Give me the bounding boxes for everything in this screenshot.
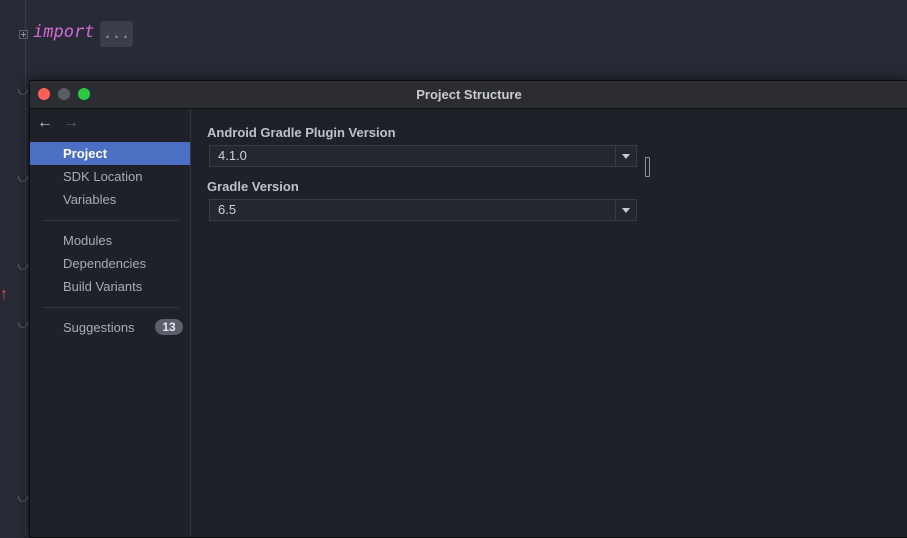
- fold-marker-icon[interactable]: [18, 89, 28, 95]
- agp-version-value[interactable]: 4.1.0: [218, 146, 247, 166]
- sidebar-item-modules[interactable]: Modules: [30, 229, 190, 252]
- resize-handle[interactable]: [645, 157, 650, 177]
- gradle-version-value[interactable]: 6.5: [218, 200, 236, 220]
- fold-marker-icon[interactable]: [18, 496, 28, 502]
- chevron-down-icon[interactable]: [615, 200, 636, 220]
- folded-imports-placeholder[interactable]: ...: [100, 21, 133, 47]
- sidebar-divider: [42, 307, 179, 308]
- agp-version-combobox[interactable]: 4.1.0: [209, 145, 637, 167]
- sidebar-item-build-variants[interactable]: Build Variants: [30, 275, 190, 298]
- fold-marker-icon[interactable]: [18, 322, 28, 328]
- back-arrow-icon[interactable]: ←: [37, 113, 53, 133]
- agp-version-label: Android Gradle Plugin Version: [207, 125, 396, 140]
- dialog-title: Project Structure: [416, 87, 522, 102]
- sidebar-item-suggestions[interactable]: Suggestions 13: [30, 316, 190, 339]
- sidebar-divider: [42, 220, 179, 221]
- plus-fold-icon[interactable]: [19, 30, 28, 39]
- sidebar-item-project[interactable]: Project: [30, 142, 190, 165]
- sidebar-item-sdk-location[interactable]: SDK Location: [30, 165, 190, 188]
- sidebar-item-variables[interactable]: Variables: [30, 188, 190, 211]
- sidebar-item-label: Suggestions: [63, 320, 135, 335]
- fold-marker-icon[interactable]: [18, 176, 28, 182]
- forward-arrow-icon[interactable]: →: [63, 113, 79, 133]
- project-settings-panel: Android Gradle Plugin Version 4.1.0 Grad…: [191, 109, 907, 537]
- chevron-down-icon[interactable]: [615, 146, 636, 166]
- sidebar: ← → Project SDK Location Variables Modul…: [30, 109, 191, 537]
- sidebar-item-dependencies[interactable]: Dependencies: [30, 252, 190, 275]
- gradle-version-label: Gradle Version: [207, 179, 299, 194]
- import-keyword: import: [33, 22, 95, 42]
- up-arrow-marker-icon[interactable]: ↑: [0, 286, 8, 304]
- dialog-titlebar[interactable]: Project Structure: [30, 81, 907, 109]
- gradle-version-combobox[interactable]: 6.5: [209, 199, 637, 221]
- project-structure-dialog: Project Structure ← → Project SDK Locati…: [29, 80, 907, 538]
- suggestions-count-badge: 13: [155, 319, 183, 335]
- fold-marker-icon[interactable]: [18, 264, 28, 270]
